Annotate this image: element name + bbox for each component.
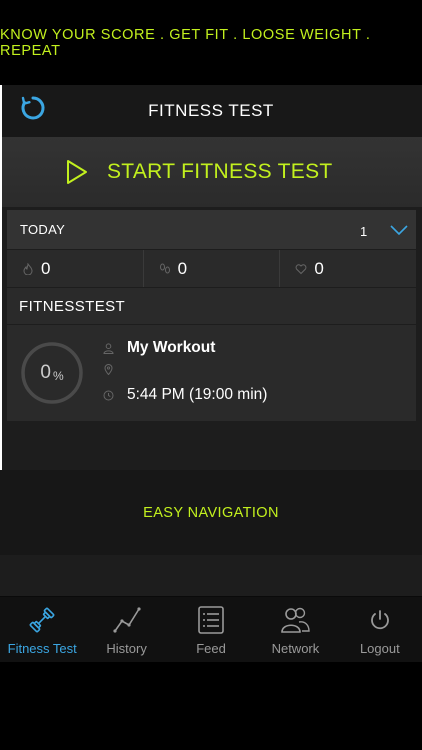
stat-steps: 0 [144, 250, 281, 287]
tab-history-label: History [106, 641, 147, 656]
today-count: 1 [360, 224, 368, 239]
tab-fitness-test-label: Fitness Test [7, 641, 77, 656]
heart-icon [295, 263, 307, 274]
start-fitness-test-label: START FITNESS TEST [107, 160, 333, 183]
stat-heart: 0 [280, 250, 416, 287]
flame-icon [23, 262, 33, 275]
play-icon [67, 160, 87, 184]
bottom-spacer [0, 662, 422, 750]
today-stats: 0 0 0 [7, 250, 416, 288]
footsteps-icon [159, 263, 170, 273]
list-icon [198, 606, 224, 634]
workout-list-item[interactable]: 0% My Workout 5:44 PM (19:00 min) [7, 325, 416, 419]
workout-time: 5:44 PM (19:00 min) [127, 386, 268, 403]
tab-network-label: Network [271, 641, 320, 656]
stat-heart-value: 0 [314, 258, 324, 278]
screen-edge-highlight [0, 85, 2, 470]
line-graph-icon [113, 607, 141, 633]
clock-icon [103, 390, 114, 400]
section-title: FITNESSTEST [19, 297, 126, 315]
workout-name-row: My Workout [103, 339, 215, 357]
promo-banner: KNOW YOUR SCORE . GET FIT . LOOSE WEIGHT… [0, 0, 422, 85]
workout-name: My Workout [127, 339, 216, 356]
progress-value: 0 [40, 362, 51, 383]
workout-time-row: 5:44 PM (19:00 min) [103, 386, 267, 404]
progress-ring: 0% [20, 341, 84, 405]
start-fitness-test-button[interactable]: START FITNESS TEST [0, 137, 422, 207]
section-header: FITNESSTEST [7, 288, 416, 325]
tab-network[interactable]: Network [253, 597, 337, 662]
location-pin-icon [104, 364, 113, 375]
today-header: TODAY 1 [7, 210, 416, 250]
navigation-hint-text: EASY NAVIGATION [143, 504, 279, 521]
today-card: TODAY 1 0 0 0 FITNESSTEST 0 % My Workout… [7, 210, 416, 421]
person-icon [103, 342, 114, 354]
tab-history[interactable]: History [84, 597, 168, 662]
progress-percent: 0% [20, 341, 84, 405]
top-header: FITNESS TEST [0, 85, 422, 137]
today-label: TODAY [20, 222, 66, 237]
people-icon [281, 607, 311, 633]
workout-location-row [103, 364, 127, 375]
progress-unit: % [52, 369, 64, 383]
stat-calories-value: 0 [41, 258, 51, 278]
app-screen: FITNESS TEST START FITNESS TEST TODAY 1 … [0, 85, 422, 750]
dumbbell-icon [29, 607, 55, 633]
refresh-icon[interactable] [20, 95, 46, 121]
stat-calories: 0 [7, 250, 144, 287]
tab-feed-label: Feed [196, 641, 226, 656]
bottom-tab-bar: Fitness Test History Feed Network Logout [0, 596, 422, 662]
promo-text: KNOW YOUR SCORE . GET FIT . LOOSE WEIGHT… [0, 26, 371, 59]
tab-fitness-test[interactable]: Fitness Test [0, 597, 84, 662]
power-icon [370, 610, 389, 630]
navigation-hint: EASY NAVIGATION [0, 470, 422, 555]
stat-steps-value: 0 [177, 258, 188, 278]
tab-logout-label: Logout [359, 641, 400, 656]
tab-feed[interactable]: Feed [169, 597, 253, 662]
chevron-down-icon[interactable] [390, 224, 408, 236]
tab-logout[interactable]: Logout [338, 597, 422, 662]
page-title: FITNESS TEST [148, 101, 274, 120]
